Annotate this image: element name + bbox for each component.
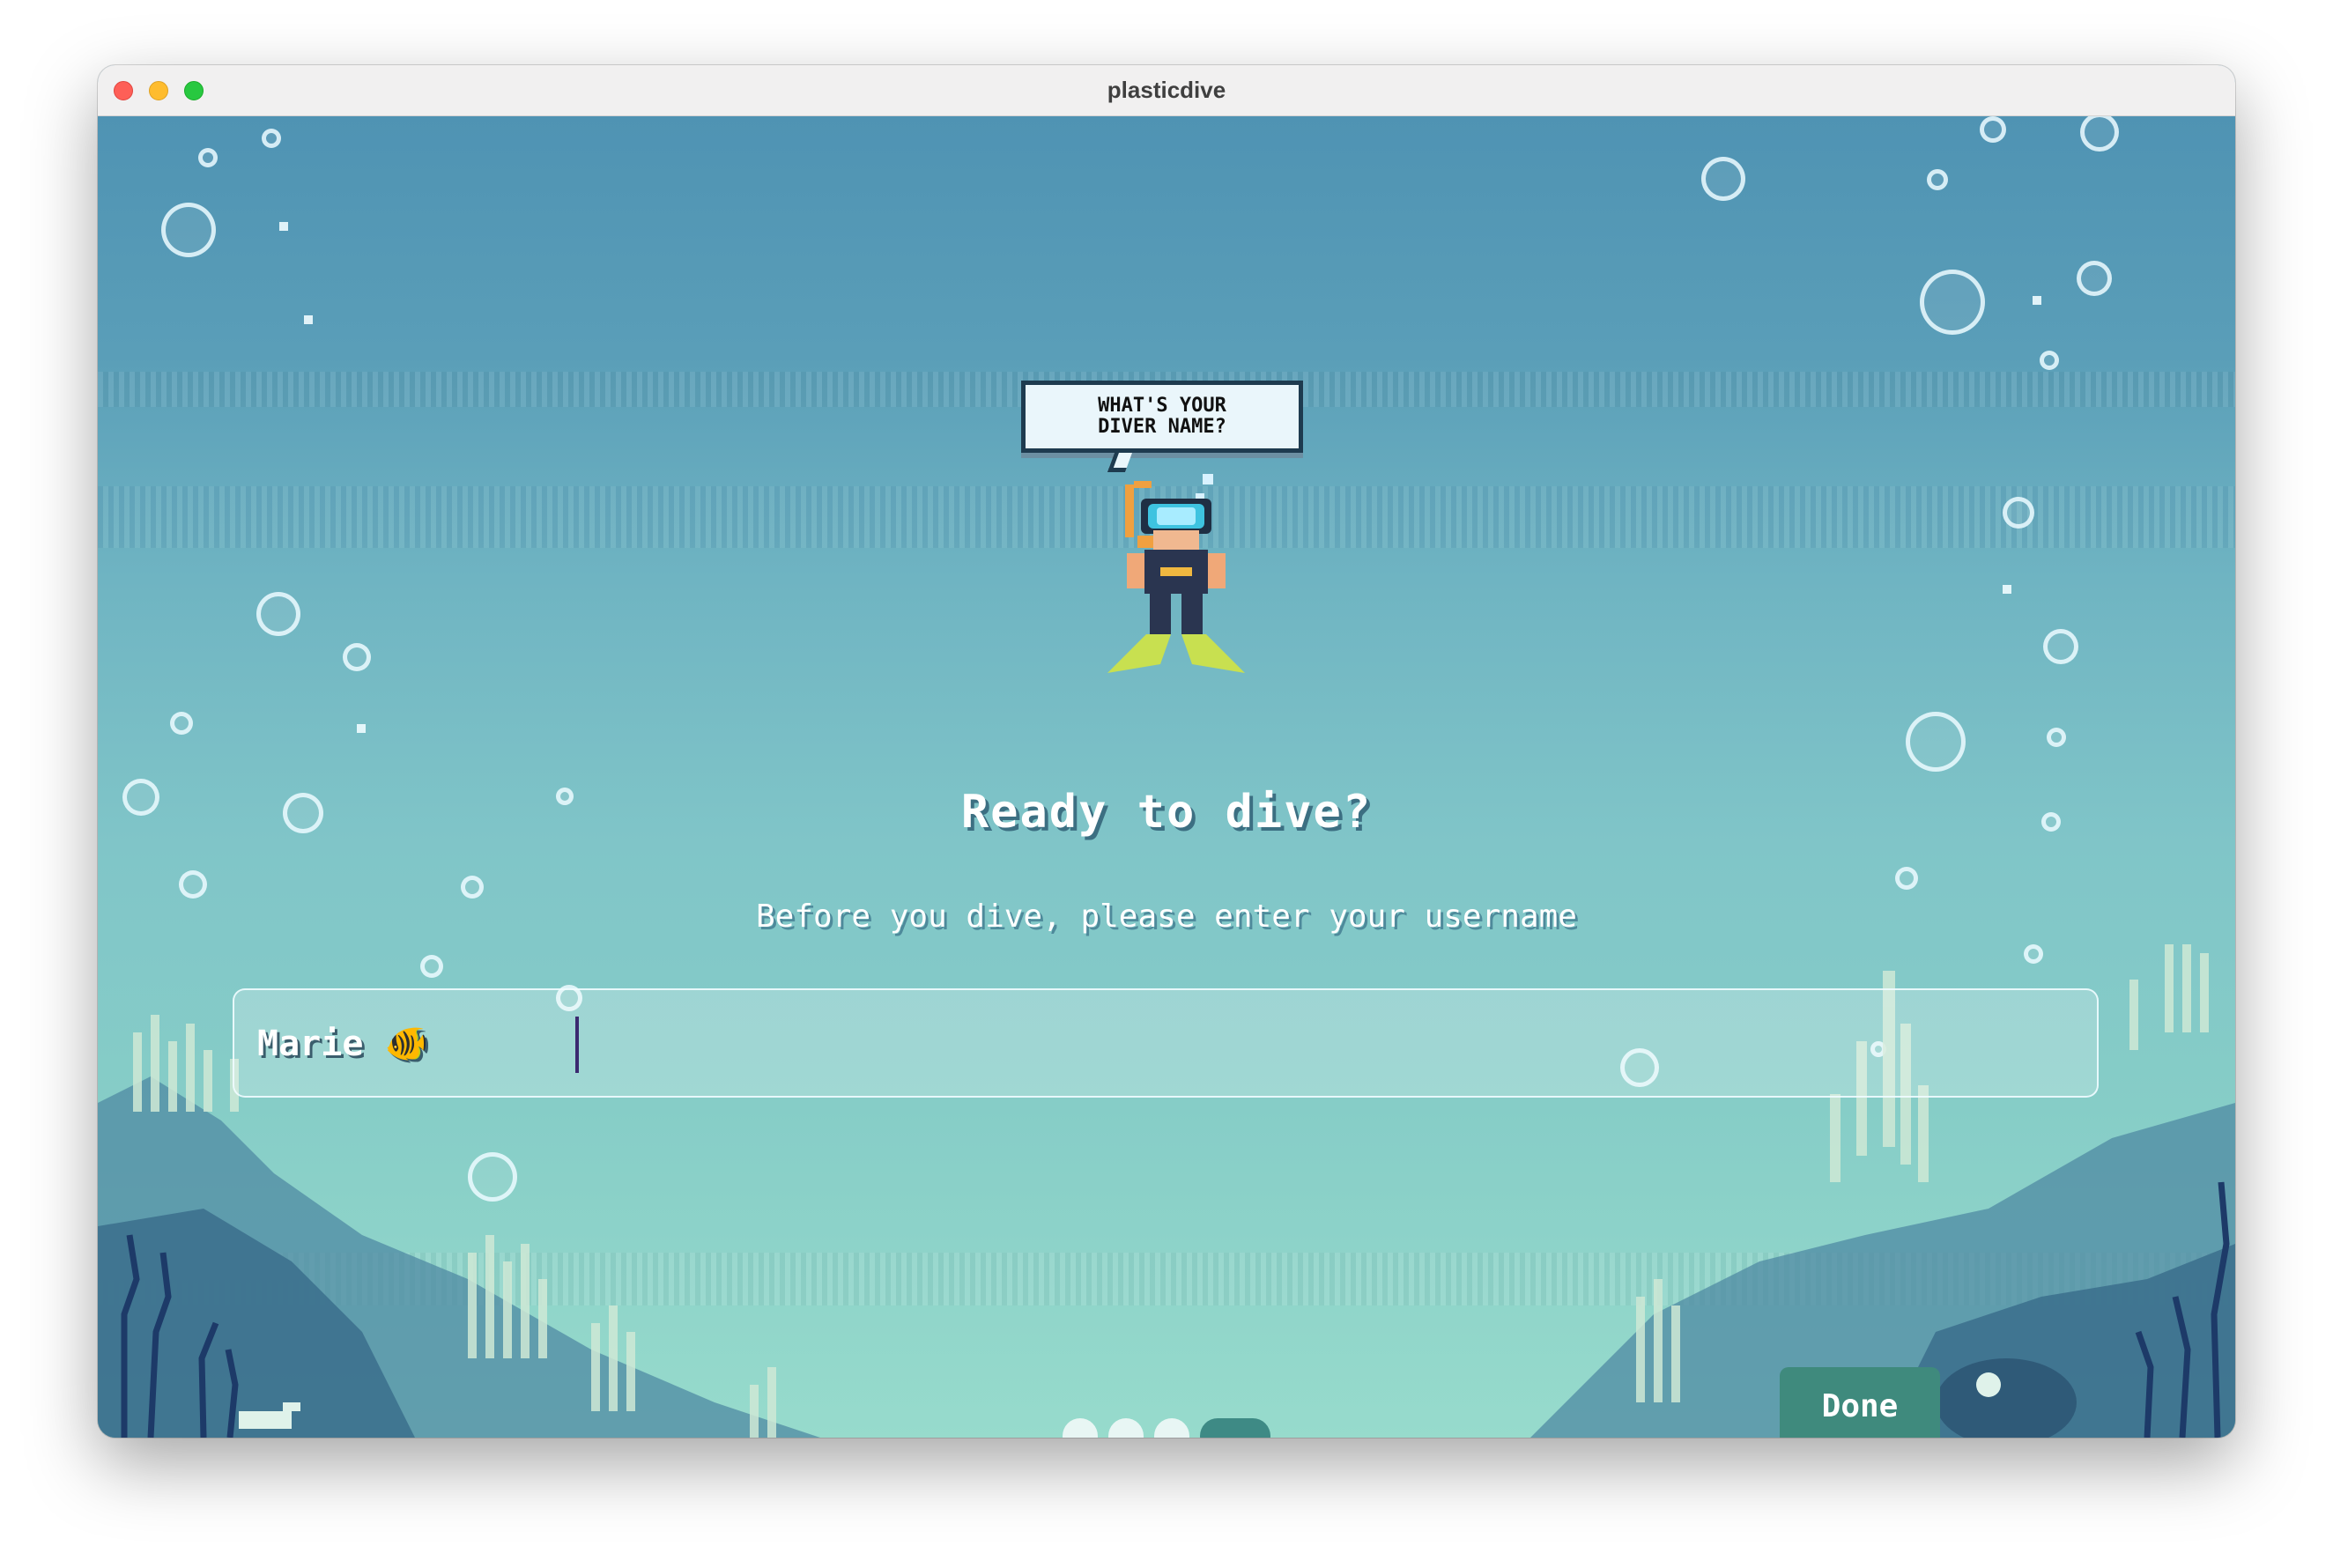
app-window: plasticdive WHAT'S YOUR DIVER NAME? Read… (98, 65, 2235, 1438)
bubble-decoration (1980, 116, 2006, 143)
scuba-diver-icon (1107, 474, 1245, 673)
speech-line-1: WHAT'S YOUR (1098, 395, 1226, 417)
bubble-decoration (461, 876, 484, 899)
particle-decoration (2033, 296, 2041, 305)
bubble-decoration (343, 643, 371, 671)
speech-bubble: WHAT'S YOUR DIVER NAME? (1021, 381, 1303, 453)
window-title: plasticdive (1107, 77, 1226, 103)
bubble-decoration (170, 712, 193, 735)
particle-decoration (2003, 585, 2011, 594)
minimize-window-button[interactable] (149, 81, 168, 100)
bubble-decoration (1895, 867, 1918, 890)
speech-line-2: DIVER NAME? (1098, 416, 1226, 438)
bubble-decoration (1927, 169, 1948, 190)
underwater-scene: WHAT'S YOUR DIVER NAME? Ready to dive? B… (98, 116, 2235, 1438)
username-input[interactable] (234, 990, 2097, 1096)
particle-decoration (304, 315, 313, 324)
bubble-decoration (2040, 351, 2059, 370)
bubble-decoration (161, 203, 216, 257)
page-subheading: Before you dive, please enter your usern… (756, 899, 1577, 935)
bubble-decoration (2077, 261, 2112, 296)
bubble-decoration (1701, 157, 1745, 201)
bubble-decoration (256, 592, 300, 636)
particle-decoration (279, 222, 288, 231)
particle-decoration (357, 724, 366, 733)
bubble-decoration (262, 129, 281, 148)
close-window-button[interactable] (114, 81, 133, 100)
text-caret (575, 1017, 579, 1073)
bubble-decoration (2043, 629, 2078, 664)
page-dot-2[interactable] (1108, 1418, 1144, 1438)
done-button[interactable]: Done (1780, 1367, 1940, 1438)
bubble-decoration (1920, 270, 1985, 335)
bubble-decoration (2003, 497, 2034, 529)
bubble-decoration (2047, 728, 2066, 747)
page-dot-1[interactable] (1063, 1418, 1098, 1438)
page-dot-3[interactable] (1154, 1418, 1189, 1438)
window-controls (114, 81, 204, 100)
bubble-decoration (198, 148, 218, 167)
page-dot-4-active[interactable] (1200, 1418, 1270, 1438)
title-bar: plasticdive (98, 65, 2235, 116)
username-field[interactable] (233, 988, 2099, 1098)
page-heading: Ready to dive? (960, 786, 1373, 839)
bubble-decoration (2080, 116, 2119, 152)
bubble-decoration (179, 870, 207, 899)
zoom-window-button[interactable] (184, 81, 204, 100)
bubble-decoration (1906, 712, 1966, 772)
